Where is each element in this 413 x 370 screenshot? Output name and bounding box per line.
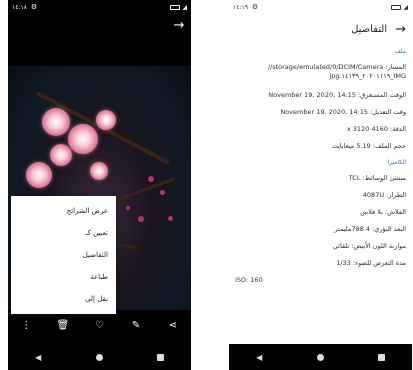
status-bar: ١٤:١٨ ⚙ ◢ (8, 0, 191, 14)
detail-resolution: الدقة: 4160 x 3120 (346, 125, 406, 133)
overflow-menu: عرض الشرائح تعيين كـ التفاصيل طباعة نقل … (11, 196, 116, 314)
menu-item-set-as[interactable]: تعيين كـ (11, 222, 116, 244)
detail-focal: البعد البؤري: 788.4مليمتر (334, 225, 406, 233)
nav-home-icon[interactable] (95, 353, 103, 361)
status-time: ١٤:١٩ (233, 3, 248, 11)
page-title: التفاصيل (351, 23, 388, 35)
settings-icon: ⚙ (30, 3, 38, 11)
more-icon[interactable]: ⋮ (18, 320, 34, 331)
menu-item-print[interactable]: طباعة (11, 266, 116, 288)
nav-recent-icon[interactable] (377, 353, 385, 361)
bottom-action-bar: ⋮ 🗑 ♡ ✎ ⋖ (8, 314, 191, 336)
section-camera: الكاميرا (387, 159, 406, 166)
details-list: ملف المسار: storage/emulated/0/DCIM/Came… (229, 48, 412, 293)
detail-size: حجم الملف: 5.19 ميغابايت (331, 142, 406, 150)
arrow-right-icon[interactable]: → (171, 18, 187, 34)
share-icon[interactable]: ⋖ (165, 320, 181, 331)
detail-modified: وقت التعديل: November 19, 2020, 14:15 (280, 108, 406, 116)
signal-icon: ◢ (182, 3, 187, 11)
detail-exposure: مدة التعرض للضوء: 1/33 (336, 259, 406, 267)
signal-icon: ◢ (403, 3, 408, 11)
back-arrow-icon[interactable]: → (395, 22, 406, 37)
menu-item-move-to[interactable]: نقل إلى (11, 288, 116, 310)
menu-item-details[interactable]: التفاصيل (11, 244, 116, 266)
nav-bar: ◀ (8, 344, 191, 370)
gallery-screen: ١٤:١٨ ⚙ ◢ → عرض الشرائح تعيين كـ التفاصي… (8, 0, 191, 370)
detail-path: المسار: storage/emulated/0/DCIM/Camera//… (267, 63, 406, 80)
nav-home-icon[interactable] (316, 353, 324, 361)
detail-wb: موازنة اللون الأبيض: تلقائي (332, 242, 406, 250)
detail-iso: ISO: 160 (235, 276, 263, 284)
nav-bar: ◀ (229, 344, 412, 370)
detail-flash: الفلاش: بلا فلاش (360, 208, 406, 216)
menu-item-slideshow[interactable]: عرض الشرائح (11, 200, 116, 222)
edit-icon[interactable]: ✎ (128, 320, 144, 331)
battery-icon (391, 4, 402, 10)
status-bar: ١٤:١٩ ⚙ ◢ (229, 0, 412, 14)
section-file: ملف (394, 48, 406, 55)
battery-icon (170, 4, 181, 10)
favorite-icon[interactable]: ♡ (91, 320, 107, 331)
details-header: → التفاصيل (229, 18, 412, 40)
settings-icon: ⚙ (251, 3, 259, 11)
nav-recent-icon[interactable] (156, 353, 164, 361)
delete-icon[interactable]: 🗑 (55, 320, 71, 331)
status-time: ١٤:١٨ (12, 3, 27, 11)
nav-back-icon[interactable]: ◀ (256, 353, 262, 362)
detail-taken: الوقت المستغرق: November 19, 2020, 14:15 (268, 91, 406, 99)
detail-maker: منشئ الوسائط: TCL (348, 174, 406, 182)
nav-back-icon[interactable]: ◀ (35, 353, 41, 362)
details-screen: ١٤:١٩ ⚙ ◢ → التفاصيل ملف المسار: storage… (229, 0, 412, 370)
detail-model: الطراز: 4087U (362, 191, 406, 199)
